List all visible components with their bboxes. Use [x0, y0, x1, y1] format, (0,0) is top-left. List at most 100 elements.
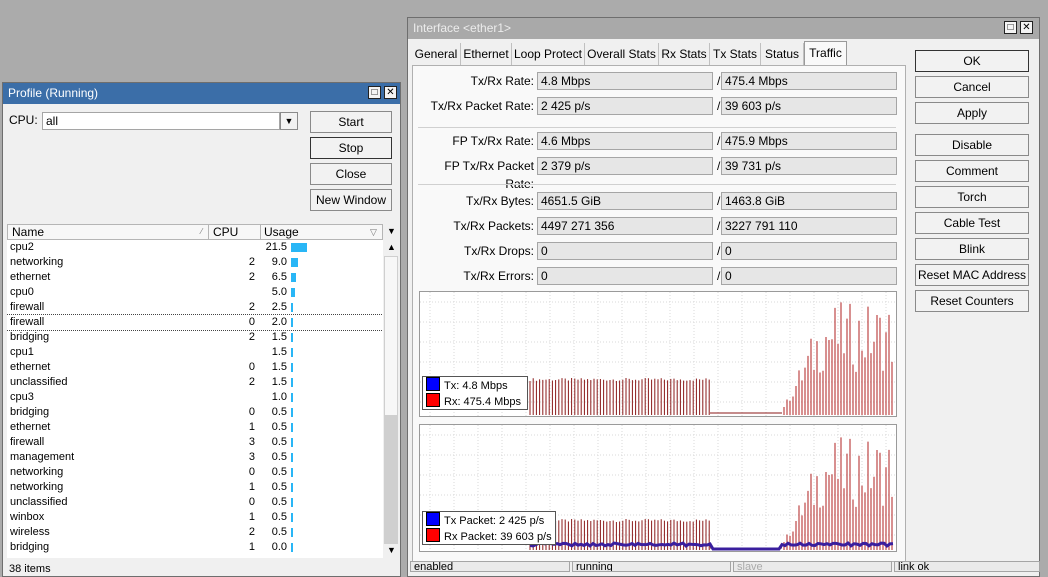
table-row[interactable]: unclassified 2 1.5	[7, 375, 383, 390]
tab-loop-protect[interactable]: Loop Protect	[512, 43, 585, 65]
slash-separator: /	[717, 194, 721, 208]
reset-counters-button[interactable]: Reset Counters	[915, 290, 1029, 312]
table-row[interactable]: firewall 3 0.5	[7, 435, 383, 450]
table-row[interactable]: unclassified 0 0.5	[7, 495, 383, 510]
tab-general[interactable]: General	[412, 43, 461, 65]
usage-value: 0.5	[271, 481, 287, 493]
cell-usage: 0.5	[258, 435, 383, 450]
usage-value: 0.5	[271, 406, 287, 418]
table-row[interactable]: cpu3 1.0	[7, 390, 383, 405]
tab-rx-stats[interactable]: Rx Stats	[659, 43, 710, 65]
usage-value: 6.5	[271, 271, 287, 283]
cell-name: bridging	[10, 541, 50, 553]
cell-cpu: 2	[248, 376, 255, 388]
tab-status[interactable]: Status	[761, 43, 804, 65]
scroll-down-icon[interactable]: ▼	[387, 545, 396, 555]
table-row[interactable]: ethernet 0 1.5	[7, 360, 383, 375]
cell-cpu: 2	[248, 271, 255, 283]
column-header-usage[interactable]: Usage	[264, 225, 299, 239]
slash-separator: /	[717, 269, 721, 283]
cell-cpu	[206, 345, 258, 360]
cell-name: wireless	[10, 526, 50, 538]
column-header-name[interactable]: Name	[12, 225, 44, 239]
rx-swatch	[426, 393, 440, 407]
cell-usage: 1.5	[258, 330, 383, 345]
close-icon[interactable]: ✕	[1020, 21, 1033, 34]
tab-ethernet[interactable]: Ethernet	[461, 43, 512, 65]
torch-button[interactable]: Torch	[915, 186, 1029, 208]
scrollbar-thumb[interactable]	[384, 256, 398, 416]
slash-separator: /	[717, 134, 721, 148]
tab-overall-stats[interactable]: Overall Stats	[585, 43, 659, 65]
usage-bar	[291, 362, 293, 372]
column-header-cpu[interactable]: CPU	[213, 225, 238, 239]
legend-rx-packet: Rx Packet: 39 603 p/s	[423, 528, 555, 544]
usage-value: 1.5	[271, 331, 287, 343]
table-row[interactable]: ethernet 2 6.5	[7, 270, 383, 285]
usage-bar	[291, 497, 293, 507]
ok-button[interactable]: OK	[915, 50, 1029, 72]
cell-usage: 1.5	[258, 375, 383, 390]
maximize-icon[interactable]: □	[368, 86, 381, 99]
apply-button[interactable]: Apply	[915, 102, 1029, 124]
scrollbar[interactable]: ▲ ▼	[383, 240, 399, 558]
close-icon[interactable]: ✕	[384, 86, 397, 99]
interface-titlebar[interactable]: Interface <ether1>	[408, 18, 1039, 39]
usage-value: 0.0	[271, 541, 287, 553]
cable-test-button[interactable]: Cable Test	[915, 212, 1029, 234]
usage-value: 0.5	[271, 466, 287, 478]
cell-name: firewall	[10, 436, 45, 448]
status-link: link ok	[894, 561, 1040, 572]
maximize-icon[interactable]: □	[1004, 21, 1017, 34]
stat-label: Tx/Rx Errors:	[463, 269, 534, 283]
process-list: cpu2 21.5 networking 2 9.0 ethernet 2 6.5 cpu0 5.…	[7, 240, 383, 558]
disable-button[interactable]: Disable	[915, 134, 1029, 156]
stop-button[interactable]: Stop	[310, 137, 392, 159]
profile-window: Profile (Running) □ ✕ CPU: all ▼ Start S…	[2, 82, 401, 577]
table-row[interactable]: management 3 0.5	[7, 450, 383, 465]
table-row[interactable]: cpu1 1.5	[7, 345, 383, 360]
blink-button[interactable]: Blink	[915, 238, 1029, 260]
stat-rx-value: 475.4 Mbps	[721, 72, 897, 90]
tab-tx-stats[interactable]: Tx Stats	[710, 43, 761, 65]
scroll-up-icon[interactable]: ▲	[387, 242, 396, 252]
table-row[interactable]: bridging 1 0.0	[7, 540, 383, 555]
cpu-dropdown-button[interactable]: ▼	[280, 112, 298, 130]
usage-value: 0.5	[271, 436, 287, 448]
table-row[interactable]: firewall 2 2.5	[7, 300, 383, 315]
legend-tx-packet: Tx Packet: 2 425 p/s	[423, 512, 555, 528]
cell-cpu: 0	[248, 496, 255, 508]
table-row[interactable]: firewall 0 2.0	[7, 314, 383, 331]
start-button[interactable]: Start	[310, 111, 392, 133]
table-row[interactable]: winbox 1 0.5	[7, 510, 383, 525]
table-row[interactable]: networking 2 9.0	[7, 255, 383, 270]
table-row[interactable]: wireless 2 0.5	[7, 525, 383, 540]
table-row[interactable]: networking 0 0.5	[7, 465, 383, 480]
usage-value: 9.0	[271, 256, 287, 268]
table-row[interactable]: bridging 0 0.5	[7, 405, 383, 420]
columns-menu-button[interactable]: ▼	[384, 224, 399, 240]
cell-cpu: 2	[248, 301, 255, 313]
tab-traffic[interactable]: Traffic	[804, 41, 847, 66]
close-button[interactable]: Close	[310, 163, 392, 185]
cell-cpu: 0	[248, 406, 255, 418]
table-row[interactable]: cpu0 5.0	[7, 285, 383, 300]
cell-name: cpu2	[10, 241, 34, 253]
new-window-button[interactable]: New Window	[310, 189, 392, 211]
table-row[interactable]: ethernet 1 0.5	[7, 420, 383, 435]
comment-button[interactable]: Comment	[915, 160, 1029, 182]
stat-tx-value: 4497 271 356	[537, 217, 713, 235]
table-row[interactable]: networking 1 0.5	[7, 480, 383, 495]
cell-name: cpu3	[10, 391, 34, 403]
cancel-button[interactable]: Cancel	[915, 76, 1029, 98]
table-row[interactable]: cpu2 21.5	[7, 240, 383, 255]
item-count: 38 items	[9, 563, 51, 575]
stat-label: Tx/Rx Rate:	[470, 74, 534, 88]
profile-titlebar[interactable]: Profile (Running)	[3, 83, 400, 104]
reset-mac-address-button[interactable]: Reset MAC Address	[915, 264, 1029, 286]
table-row[interactable]: bridging 2 1.5	[7, 330, 383, 345]
slash-separator: /	[717, 99, 721, 113]
cpu-select[interactable]: all	[42, 112, 280, 130]
stat-tx-value: 4.8 Mbps	[537, 72, 713, 90]
usage-value: 0.5	[271, 421, 287, 433]
